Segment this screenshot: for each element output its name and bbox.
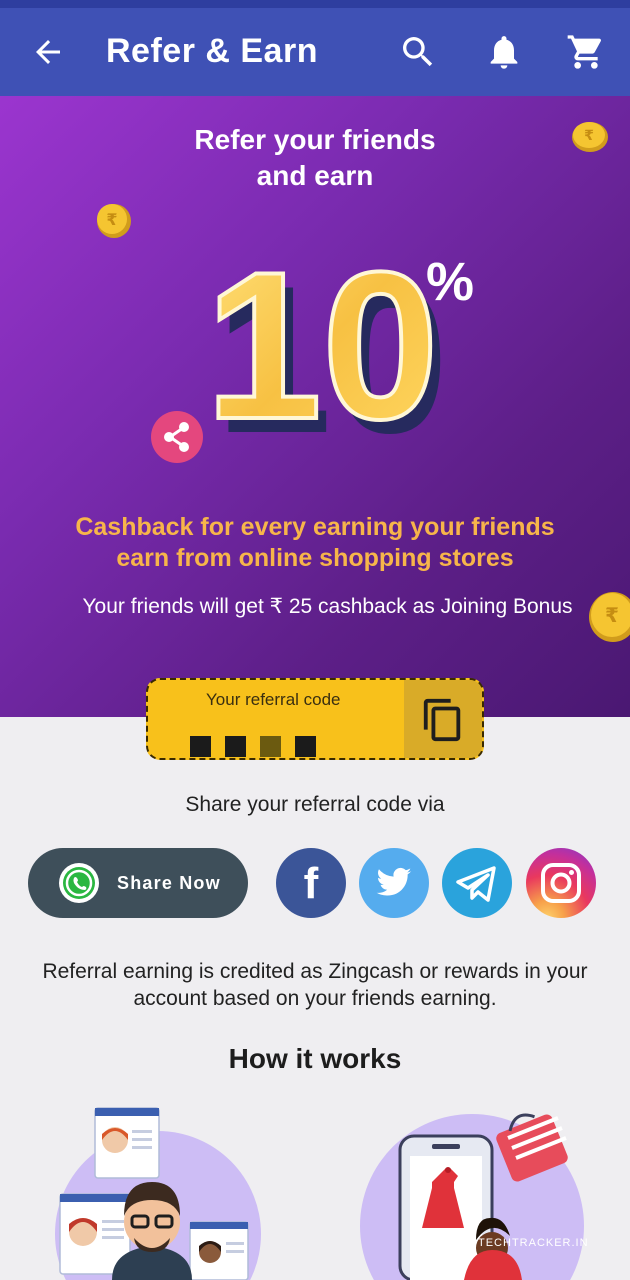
referral-code-card[interactable]: Your referral code ■ ■ ■ ■ (146, 678, 484, 760)
facebook-share-button[interactable]: f (276, 848, 346, 918)
search-icon[interactable] (398, 32, 438, 72)
svg-text:₹: ₹ (584, 128, 594, 144)
referral-info-text: Referral earning is credited as Zingcash… (42, 960, 588, 1010)
bell-icon[interactable] (484, 32, 524, 72)
copy-icon (423, 698, 461, 742)
hero-banner: Refer your friends and earn ₹ ₹ ₹ 10 10 … (0, 96, 630, 717)
coin-icon: ₹ (97, 204, 131, 238)
hero-headline: Refer your friends and earn (0, 122, 630, 194)
refer-friends-illustration (55, 1107, 261, 1280)
cashback-description: Cashback for every earning your friends … (0, 512, 630, 574)
whatsapp-icon (59, 863, 99, 903)
share-now-label: Share Now (117, 873, 221, 893)
coin-icon: ₹ (572, 122, 608, 152)
headline-line-1: Refer your friends (194, 124, 436, 155)
copy-code-button[interactable] (404, 680, 482, 758)
watermark-text: TECHTRACKER.IN (478, 1237, 589, 1249)
referral-code-masked (190, 736, 330, 758)
svg-text:₹: ₹ (106, 210, 117, 229)
share-via-label: Share your referral code via (185, 793, 445, 816)
page-title: Refer & Earn (106, 32, 318, 70)
instagram-share-button[interactable] (526, 848, 596, 918)
percent-sign: % (426, 252, 474, 312)
twitter-icon (376, 867, 412, 896)
coin-icon: ₹ (589, 592, 630, 642)
referral-code-value: ■ ■ ■ ■ (188, 726, 191, 727)
share-now-button[interactable]: Share Now (28, 848, 248, 918)
telegram-icon (456, 866, 496, 902)
cashback-line-1: Cashback for every earning your friends (75, 513, 555, 541)
percent-value: 10 (205, 246, 439, 446)
joining-bonus-text: Your friends will get ₹ 25 cashback as J… (82, 595, 573, 618)
referral-code-label: Your referral code (206, 690, 341, 709)
instagram-icon (541, 863, 581, 903)
cart-icon[interactable] (566, 32, 606, 72)
facebook-icon: f (304, 859, 319, 908)
status-bar (0, 0, 630, 8)
app-bar: Refer & Earn (0, 8, 630, 96)
twitter-share-button[interactable] (359, 848, 429, 918)
svg-text:₹: ₹ (605, 603, 619, 627)
cashback-line-2: earn from online shopping stores (116, 544, 514, 572)
svg-text:f: f (304, 859, 319, 908)
cashback-percent-graphic: 10 10 % (203, 246, 474, 446)
headline-line-2: and earn (256, 160, 374, 191)
shopping-illustration (360, 1113, 584, 1280)
telegram-share-button[interactable] (442, 848, 512, 918)
how-it-works-title: How it works (228, 1043, 402, 1074)
back-arrow-icon[interactable] (30, 34, 66, 70)
